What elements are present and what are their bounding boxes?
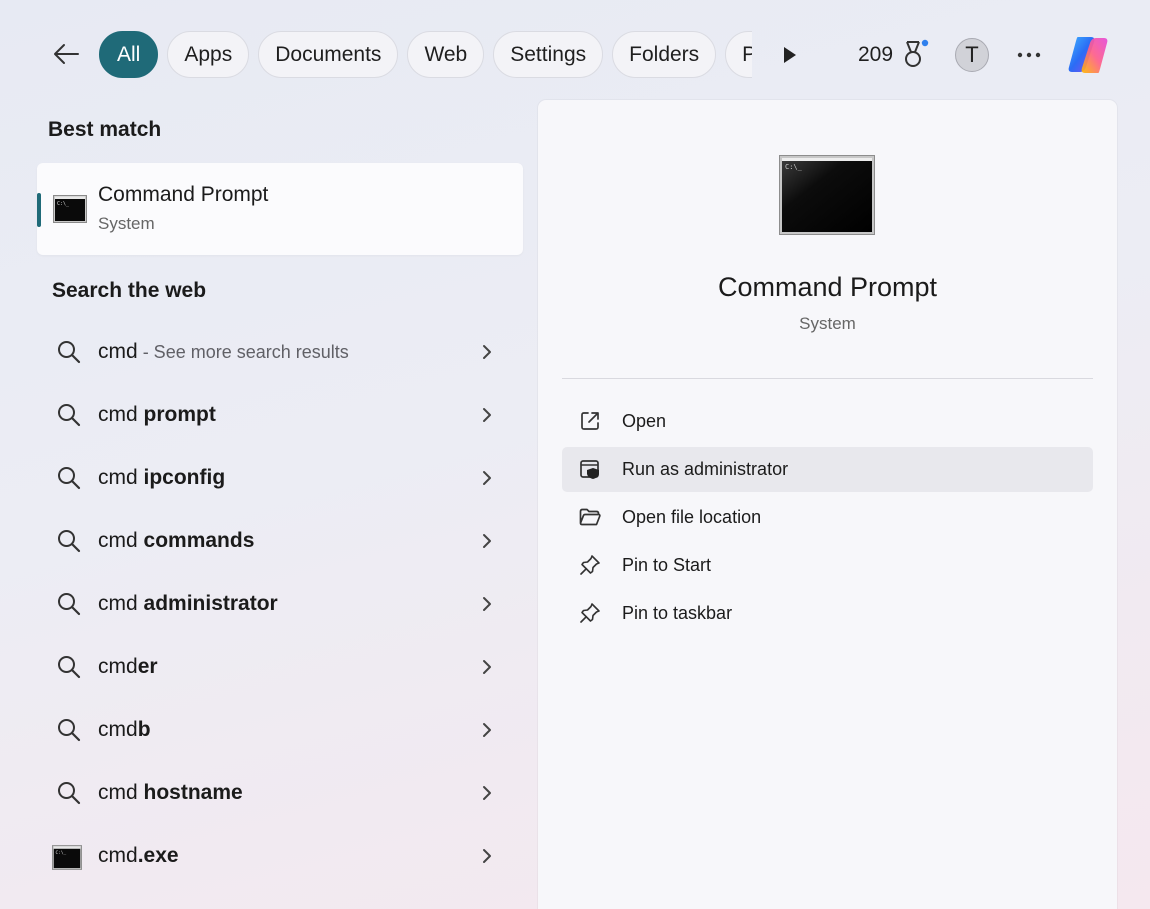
selection-indicator bbox=[37, 193, 41, 227]
web-result[interactable]: cmd prompt bbox=[40, 388, 520, 444]
web-result[interactable]: cmd commands bbox=[40, 514, 520, 570]
command-prompt-icon: C:\_ bbox=[53, 195, 87, 223]
rewards-medal-icon bbox=[905, 39, 929, 67]
open-action-label: Open bbox=[622, 411, 667, 431]
run-as-administrator-action[interactable]: Run as administrator bbox=[562, 447, 1093, 492]
search-icon bbox=[56, 528, 82, 554]
web-result[interactable]: cmder bbox=[40, 640, 520, 696]
play-icon bbox=[784, 47, 796, 63]
more-options-button[interactable] bbox=[1013, 42, 1045, 68]
web-result-text: cmd hostname bbox=[98, 781, 243, 804]
command-prompt-icon: C:\_ bbox=[52, 845, 82, 870]
filter-chip-photos[interactable]: Ph bbox=[725, 31, 752, 78]
web-result-text: cmdb bbox=[98, 718, 151, 741]
search-icon bbox=[56, 654, 82, 680]
back-button[interactable] bbox=[44, 32, 88, 76]
search-filter-bar: All Apps Documents Web Settings Folders … bbox=[0, 0, 1150, 100]
pin-icon bbox=[578, 553, 602, 577]
best-match-type: System bbox=[98, 214, 155, 233]
web-result[interactable]: cmd ipconfig bbox=[40, 451, 520, 507]
folder-icon bbox=[578, 505, 602, 529]
filter-chip-folders[interactable]: Folders bbox=[612, 31, 717, 78]
filter-chip-documents[interactable]: Documents bbox=[258, 31, 399, 78]
filter-chips: All Apps Documents Web Settings Folders … bbox=[99, 31, 752, 79]
detail-subtitle: System bbox=[799, 314, 856, 333]
admin-shield-icon bbox=[578, 457, 602, 481]
best-match-name: Command Prompt bbox=[98, 183, 269, 206]
chevron-right-icon bbox=[480, 406, 494, 424]
search-web-heading: Search the web bbox=[52, 279, 207, 302]
web-result[interactable]: cmd hostname bbox=[40, 766, 520, 822]
chevron-right-icon bbox=[480, 847, 494, 865]
chevron-right-icon bbox=[480, 595, 494, 613]
search-icon bbox=[56, 465, 82, 491]
web-result[interactable]: cmdb bbox=[40, 703, 520, 759]
chevron-right-icon bbox=[480, 721, 494, 739]
search-icon bbox=[56, 339, 82, 365]
filter-chip-apps[interactable]: Apps bbox=[167, 31, 250, 78]
search-icon bbox=[56, 780, 82, 806]
chevron-right-icon bbox=[480, 658, 494, 676]
best-match-heading: Best match bbox=[48, 118, 162, 141]
best-match-result[interactable]: C:\_ Command Prompt System bbox=[37, 163, 523, 255]
search-icon bbox=[56, 591, 82, 617]
web-result-text: cmd ipconfig bbox=[98, 466, 226, 489]
back-arrow-icon bbox=[54, 44, 79, 64]
rewards-button[interactable] bbox=[900, 38, 930, 70]
web-result[interactable]: cmd - See more search results bbox=[40, 325, 520, 381]
web-result-text: cmd.exe bbox=[98, 844, 179, 867]
chevron-right-icon bbox=[480, 784, 494, 802]
command-prompt-large-icon: C:\_ bbox=[779, 155, 875, 235]
web-result-text: cmd prompt bbox=[98, 403, 216, 426]
chevron-right-icon bbox=[480, 343, 494, 361]
svg-text:C:\_: C:\_ bbox=[57, 201, 70, 207]
copilot-icon bbox=[1068, 37, 1108, 73]
search-icon bbox=[56, 402, 82, 428]
detail-title: Command Prompt bbox=[717, 272, 938, 302]
pin-to-start-label: Pin to Start bbox=[622, 555, 712, 575]
open-external-icon bbox=[578, 409, 602, 433]
divider bbox=[562, 378, 1093, 379]
user-avatar[interactable]: T bbox=[955, 38, 989, 72]
copilot-button[interactable] bbox=[1064, 31, 1112, 79]
chevron-right-icon bbox=[480, 469, 494, 487]
web-result-text: cmd commands bbox=[98, 529, 255, 552]
filter-chip-web[interactable]: Web bbox=[407, 31, 485, 78]
pin-icon bbox=[578, 601, 602, 625]
search-icon bbox=[56, 717, 82, 743]
filter-chip-settings[interactable]: Settings bbox=[493, 31, 604, 78]
web-result-text: cmder bbox=[98, 655, 158, 678]
svg-text:C:\_: C:\_ bbox=[785, 163, 803, 171]
web-result-text: cmd - See more search results bbox=[98, 340, 349, 363]
web-result[interactable]: cmd administrator bbox=[40, 577, 520, 633]
pin-to-taskbar-action[interactable]: Pin to taskbar bbox=[562, 591, 1093, 636]
scroll-filters-button[interactable] bbox=[776, 42, 802, 68]
web-result-text: cmd administrator bbox=[98, 592, 278, 615]
app-result-cmd-exe[interactable]: C:\_ cmd.exe bbox=[40, 829, 520, 885]
svg-text:C:\_: C:\_ bbox=[56, 850, 67, 856]
more-dots-icon bbox=[1017, 52, 1041, 58]
pin-to-taskbar-label: Pin to taskbar bbox=[622, 603, 733, 623]
open-action[interactable]: Open bbox=[562, 399, 1093, 444]
run-as-administrator-label: Run as administrator bbox=[622, 459, 789, 479]
rewards-points: 209 bbox=[858, 43, 894, 66]
filter-chip-all[interactable]: All bbox=[99, 31, 159, 78]
chevron-right-icon bbox=[480, 532, 494, 550]
open-file-location-label: Open file location bbox=[622, 507, 762, 527]
result-detail-panel: C:\_ Command Prompt System Open Run as a… bbox=[538, 100, 1117, 909]
pin-to-start-action[interactable]: Pin to Start bbox=[562, 543, 1093, 588]
open-file-location-action[interactable]: Open file location bbox=[562, 495, 1093, 540]
